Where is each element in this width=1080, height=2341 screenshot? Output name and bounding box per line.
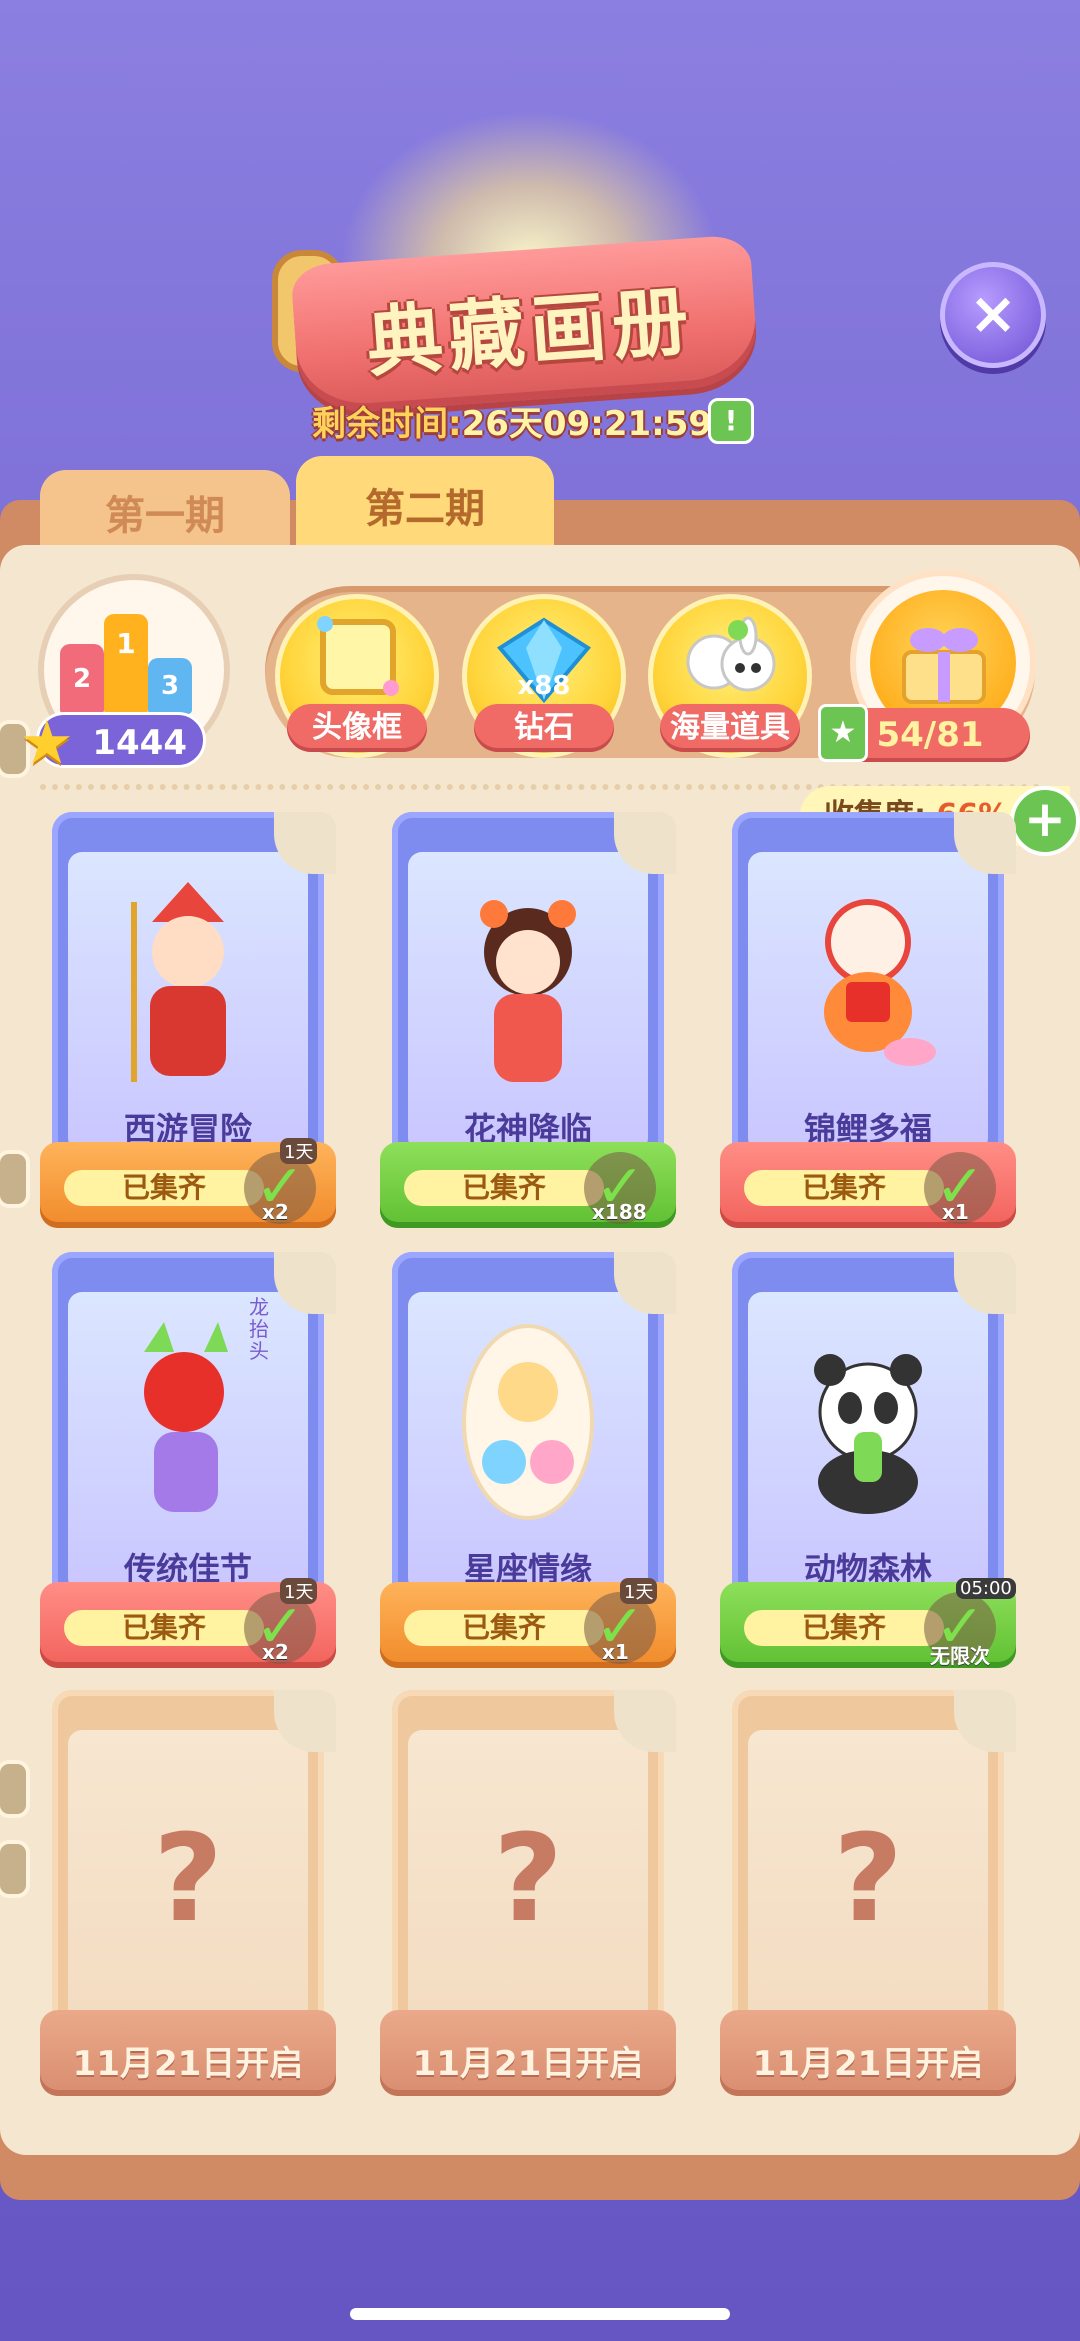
card-multiplier: x2 bbox=[262, 1200, 289, 1224]
timer-label: 剩余时间: bbox=[312, 404, 462, 444]
flower-goddess-character bbox=[480, 900, 576, 1082]
question-mark-icon: ? bbox=[833, 1810, 903, 1949]
card-multiplier: x2 bbox=[262, 1640, 289, 1664]
binder-ring bbox=[0, 1840, 30, 1898]
unlock-date: 11月21日开启 bbox=[412, 2044, 644, 2084]
diamond-badge: x88 bbox=[518, 671, 571, 701]
card-multiplier: 无限次 bbox=[930, 1644, 990, 1668]
add-collection-button[interactable]: + bbox=[1010, 786, 1080, 856]
reward-label: 海量道具 bbox=[660, 704, 800, 752]
card-status: 已集齐 bbox=[64, 1610, 264, 1646]
unlock-date: 11月21日开启 bbox=[752, 2044, 984, 2084]
podium-third: 3 bbox=[148, 658, 192, 714]
question-mark-icon: ? bbox=[493, 1810, 563, 1949]
card-tag: 1天 bbox=[280, 1138, 318, 1164]
binder-ring bbox=[0, 1150, 30, 1208]
card-note: 龙抬头 bbox=[249, 1295, 269, 1363]
card-status: 已集齐 bbox=[404, 1170, 604, 1206]
close-button[interactable]: × bbox=[940, 262, 1046, 368]
locked-card[interactable]: ? 11月21日开启 bbox=[380, 1690, 676, 2104]
dragon-character bbox=[144, 1322, 228, 1512]
props-icon bbox=[686, 616, 776, 692]
card-status: 已集齐 bbox=[744, 1610, 944, 1646]
zodiac-couple-character bbox=[462, 1324, 594, 1520]
card-tag: 1天 bbox=[620, 1578, 658, 1604]
gift-box-icon bbox=[902, 628, 986, 704]
card-tag: 05:00 bbox=[956, 1578, 1016, 1599]
home-indicator[interactable] bbox=[350, 2308, 730, 2320]
card-status: 已集齐 bbox=[404, 1610, 604, 1646]
album-card[interactable]: 星座情缘 已集齐 ✓ 1天 x1 bbox=[380, 1252, 676, 1668]
card-multiplier: x188 bbox=[592, 1200, 647, 1224]
card-status: 已集齐 bbox=[64, 1170, 264, 1206]
diamond-icon: x88 bbox=[496, 617, 592, 704]
avatar-frame-icon bbox=[317, 616, 399, 696]
reward-avatar-frame[interactable]: 头像框 bbox=[275, 594, 439, 758]
podium-icon: 2 1 3 bbox=[56, 594, 196, 714]
unlock-date: 11月21日开启 bbox=[72, 2044, 304, 2084]
star-icon: ★ bbox=[20, 708, 74, 778]
card-multiplier: x1 bbox=[602, 1640, 629, 1664]
tang-monk-character bbox=[131, 882, 226, 1082]
binder-ring bbox=[0, 1760, 30, 1818]
timer-info-icon[interactable]: ! bbox=[708, 398, 754, 444]
timer-value: 26天09:21:59 bbox=[461, 404, 713, 444]
locked-card[interactable]: ? 11月21日开启 bbox=[720, 1690, 1016, 2104]
reward-label: 头像框 bbox=[287, 704, 427, 752]
reward-label: 钻石 bbox=[474, 704, 614, 752]
reward-props[interactable]: 海量道具 bbox=[648, 594, 812, 758]
remaining-time: 剩余时间:26天09:21:59 bbox=[312, 396, 712, 445]
koi-character bbox=[824, 899, 936, 1066]
album-card[interactable]: 龙抬头 传统佳节 已集齐 ✓ 1天 x2 bbox=[40, 1252, 336, 1668]
card-status: 已集齐 bbox=[744, 1170, 944, 1206]
card-tag: 1天 bbox=[280, 1578, 318, 1604]
podium-first: 1 bbox=[104, 614, 148, 714]
panda-character bbox=[814, 1354, 922, 1514]
album-card[interactable]: 动物森林 已集齐 ✓ 05:00 无限次 bbox=[720, 1252, 1016, 1668]
star-card-icon: ★ bbox=[818, 704, 868, 762]
card-multiplier: x1 bbox=[942, 1200, 969, 1224]
album-card[interactable]: 西游冒险 已集齐 ✓ 1天 x2 bbox=[40, 812, 336, 1228]
locked-card[interactable]: ? 11月21日开启 bbox=[40, 1690, 336, 2104]
reward-diamond[interactable]: x88 钻石 bbox=[462, 594, 626, 758]
question-mark-icon: ? bbox=[153, 1810, 223, 1949]
podium-second: 2 bbox=[60, 644, 104, 714]
album-card[interactable]: 花神降临 已集齐 ✓ x188 bbox=[380, 812, 676, 1228]
album-card[interactable]: 锦鲤多福 已集齐 ✓ x1 bbox=[720, 812, 1016, 1228]
